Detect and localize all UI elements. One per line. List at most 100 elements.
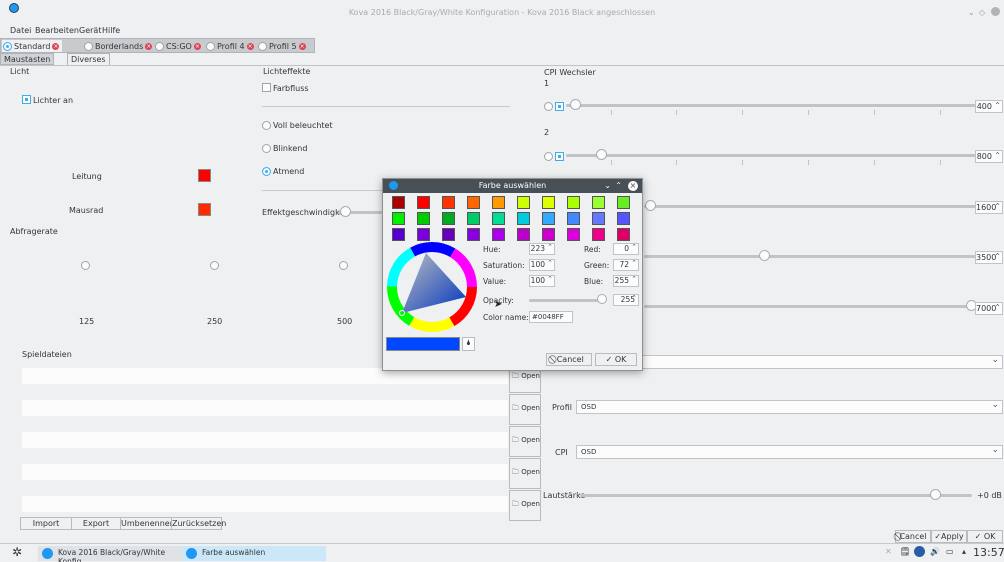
radio-icon[interactable]: [84, 41, 93, 51]
atmend-radio[interactable]: [262, 167, 271, 176]
radio-icon[interactable]: [3, 41, 12, 51]
close-icon[interactable]: ×: [246, 42, 254, 50]
palette-swatch[interactable]: [542, 228, 555, 241]
palette-swatch[interactable]: [392, 196, 405, 209]
file-row[interactable]: [22, 496, 508, 512]
cpi-level-2-slider[interactable]: [566, 154, 976, 157]
close-icon[interactable]: ×: [52, 42, 60, 50]
close-icon[interactable]: ×: [145, 42, 153, 50]
cpi-level-4-spinbox[interactable]: 3500: [975, 251, 1003, 264]
rename-button[interactable]: Umbenennen: [120, 517, 175, 530]
cpi-level-5-spinbox[interactable]: 7000: [975, 302, 1003, 315]
cpi-level-1-handle[interactable]: [570, 99, 581, 110]
palette-swatch[interactable]: [542, 212, 555, 225]
open-button-4[interactable]: 🗀 Open: [509, 458, 541, 489]
file-row[interactable]: [22, 400, 508, 416]
palette-swatch[interactable]: [492, 196, 505, 209]
cpi-sound-combo[interactable]: OSD: [576, 445, 1003, 459]
cpi-level-1-spinbox[interactable]: 400: [975, 100, 1003, 113]
palette-swatch[interactable]: [592, 196, 605, 209]
mausrad-color-button[interactable]: [198, 203, 211, 216]
profile-tab-borderlands[interactable]: Borderlands ×: [84, 40, 153, 52]
maximize-icon[interactable]: ◇: [979, 8, 988, 17]
palette-swatch[interactable]: [567, 196, 580, 209]
cpi-level-1-checkbox[interactable]: [555, 102, 564, 111]
close-icon[interactable]: ×: [298, 42, 306, 50]
palette-swatch[interactable]: [592, 212, 605, 225]
radio-icon[interactable]: [155, 41, 164, 51]
radio-icon[interactable]: [258, 41, 267, 51]
dialog-cancel-button[interactable]: ⃠ Cancel: [546, 353, 592, 366]
opacity-slider[interactable]: [529, 299, 603, 302]
notification-icon[interactable]: ✕: [885, 547, 892, 556]
cpi-level-5-slider[interactable]: [644, 305, 976, 308]
profile-tab-csgo[interactable]: CS:GO ×: [155, 40, 201, 52]
colorname-input[interactable]: #0048FF: [529, 311, 573, 323]
tab-maustasten[interactable]: Maustasten: [0, 53, 55, 65]
task-color-dialog[interactable]: Farbe auswählen: [182, 546, 326, 561]
cpi-level-3-slider[interactable]: [644, 205, 976, 208]
palette-swatch[interactable]: [467, 228, 480, 241]
reset-button[interactable]: Zurücksetzen: [171, 517, 226, 530]
lichter-an-checkbox[interactable]: [22, 95, 31, 104]
palette-swatch[interactable]: [417, 212, 430, 225]
palette-swatch[interactable]: [567, 212, 580, 225]
leitung-color-button[interactable]: [198, 169, 211, 182]
chevron-up-icon[interactable]: ▴: [962, 547, 966, 556]
opacity-slider-handle[interactable]: [597, 294, 607, 304]
palette-swatch[interactable]: [467, 212, 480, 225]
cancel-button[interactable]: ⃠Cancel: [895, 530, 931, 543]
apply-button[interactable]: ✓Apply: [931, 530, 967, 543]
cpi-level-3-handle[interactable]: [645, 200, 656, 211]
rate-250-radio[interactable]: [210, 261, 219, 270]
cpi-level-2-checkbox[interactable]: [555, 152, 564, 161]
saturation-spinbox[interactable]: 100: [529, 258, 555, 271]
palette-swatch[interactable]: [517, 196, 530, 209]
dialog-ok-button[interactable]: ✓ OK: [595, 353, 637, 366]
palette-swatch[interactable]: [442, 228, 455, 241]
file-row[interactable]: [22, 432, 508, 448]
blinkend-radio[interactable]: [262, 144, 271, 153]
profile-tab-profil5[interactable]: Profil 5 ×: [258, 40, 306, 52]
rate-500-radio[interactable]: [339, 261, 348, 270]
close-icon[interactable]: ×: [628, 181, 638, 191]
palette-swatch[interactable]: [442, 196, 455, 209]
eyedropper-icon[interactable]: 🌢: [462, 337, 475, 351]
opacity-spinbox[interactable]: 255: [613, 293, 639, 306]
profile-tab-profil4[interactable]: Profil 4 ×: [206, 40, 254, 52]
palette-swatch[interactable]: [617, 212, 630, 225]
task-main-window[interactable]: Kova 2016 Black/Gray/White Konfig: [38, 546, 182, 562]
cpi-level-2-spinbox[interactable]: 800: [975, 150, 1003, 163]
rate-125-radio[interactable]: [81, 261, 90, 270]
cpi-level-3-spinbox[interactable]: 1600: [975, 201, 1003, 214]
palette-swatch[interactable]: [567, 228, 580, 241]
app-launcher-icon[interactable]: ✲: [12, 545, 22, 559]
cpi-level-4-slider[interactable]: [644, 255, 976, 258]
farbfluss-checkbox[interactable]: [262, 83, 271, 92]
palette-swatch[interactable]: [442, 212, 455, 225]
ok-button[interactable]: ✓ OK: [967, 530, 1003, 543]
menu-geraet[interactable]: Gerät: [79, 26, 101, 35]
clipboard-icon[interactable]: 🗒: [900, 547, 910, 556]
import-button[interactable]: Import: [20, 517, 72, 530]
palette-swatch[interactable]: [617, 228, 630, 241]
menu-hilfe[interactable]: Hilfe: [102, 26, 120, 35]
file-row[interactable]: [22, 464, 508, 480]
cpi-level-2-handle[interactable]: [596, 149, 607, 160]
display-icon[interactable]: ▭: [946, 547, 954, 556]
palette-swatch[interactable]: [392, 212, 405, 225]
open-button-5[interactable]: 🗀 Open: [509, 490, 541, 521]
cpi-level-1-radio[interactable]: [544, 102, 553, 111]
app-tray-icon[interactable]: [914, 546, 925, 557]
palette-swatch[interactable]: [492, 228, 505, 241]
radio-icon[interactable]: [206, 41, 215, 51]
minimize-icon[interactable]: ⌄: [604, 179, 611, 193]
maximize-icon[interactable]: ⌃: [615, 179, 622, 193]
hue-spinbox[interactable]: 223: [529, 242, 555, 255]
cpi-level-1-slider[interactable]: [566, 104, 976, 107]
speed-slider-handle[interactable]: [340, 206, 351, 217]
close-icon[interactable]: [991, 7, 1000, 16]
volume-slider-handle[interactable]: [930, 489, 941, 500]
palette-swatch[interactable]: [542, 196, 555, 209]
palette-swatch[interactable]: [417, 228, 430, 241]
